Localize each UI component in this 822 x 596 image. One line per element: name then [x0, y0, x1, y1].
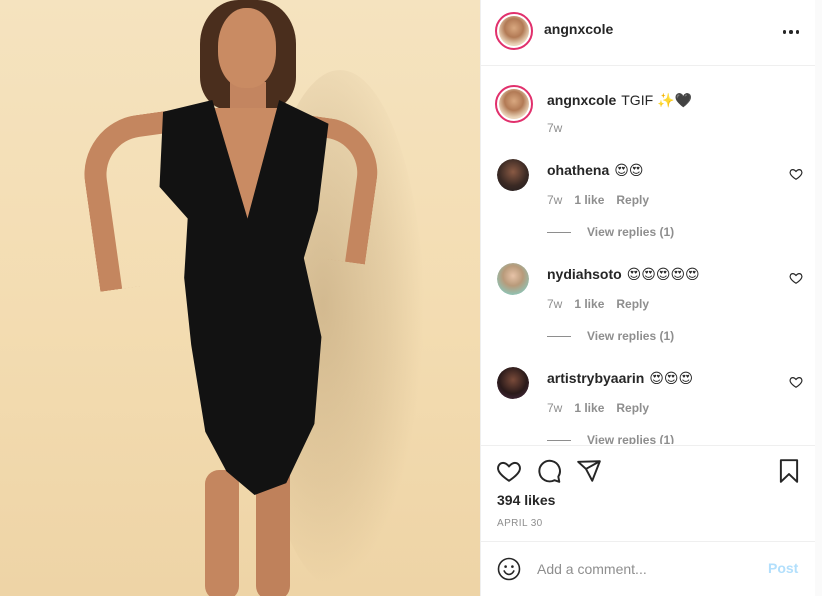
comment-username[interactable]: ohathena	[547, 162, 609, 178]
post-author-username[interactable]: angnxcole	[544, 21, 613, 37]
reply-button[interactable]: Reply	[616, 401, 649, 415]
photo-figure-face	[218, 8, 276, 88]
caption-age: 7w	[547, 121, 563, 135]
comment-item: nydiahsoto 😍😍😍😍😍 7w 1 like Reply View rep…	[481, 241, 816, 345]
post-side-panel: angnxcole angnxcole TGIF ✨🖤 7w ohathena 😍😍…	[480, 0, 816, 596]
comment-age: 7w	[547, 297, 563, 311]
view-replies-button[interactable]: View replies (1)	[547, 433, 674, 444]
view-replies-button[interactable]: View replies (1)	[547, 329, 674, 343]
avatar[interactable]	[497, 367, 529, 399]
comments-list[interactable]: angnxcole TGIF ✨🖤 7w ohathena 😍😍 7w 1 like…	[481, 67, 816, 444]
post-comment-button[interactable]: Post	[768, 560, 798, 576]
view-replies-label: View replies (1)	[587, 433, 675, 444]
post-caption: angnxcole TGIF ✨🖤 7w	[481, 67, 816, 147]
heart-icon[interactable]	[789, 375, 803, 389]
caption-emoji: ✨🖤	[657, 93, 692, 109]
post-actions-bar: 394 likes APRIL 30	[481, 445, 816, 541]
comment-like-count[interactable]: 1 like	[574, 401, 604, 415]
comment-text: 😍😍	[614, 163, 644, 179]
photo-figure-leg-left	[205, 470, 239, 596]
caption-username[interactable]: angnxcole	[547, 92, 616, 108]
avatar[interactable]	[497, 263, 529, 295]
comment-text: 😍😍😍	[649, 371, 694, 387]
comment-item: artistrybyaarin 😍😍😍 7w 1 like Reply View …	[481, 345, 816, 444]
avatar[interactable]	[497, 159, 529, 191]
like-count[interactable]: 394 likes	[497, 492, 555, 508]
caption-body: TGIF	[621, 92, 654, 108]
smile-icon[interactable]	[497, 557, 521, 581]
reply-button[interactable]: Reply	[616, 297, 649, 311]
comment-text: 😍😍😍😍😍	[626, 267, 700, 283]
comment-item: ohathena 😍😍 7w 1 like Reply View replies …	[481, 137, 816, 241]
heart-icon[interactable]	[789, 271, 803, 285]
bookmark-icon[interactable]	[776, 458, 802, 484]
comment-like-count[interactable]: 1 like	[574, 297, 604, 311]
avatar[interactable]	[495, 85, 533, 123]
share-icon[interactable]	[576, 458, 602, 484]
post-header: angnxcole	[481, 0, 816, 66]
comment-composer: Post	[481, 541, 816, 596]
post-photo[interactable]	[0, 0, 480, 596]
post-date: APRIL 30	[497, 518, 543, 529]
caption-text: angnxcole TGIF ✨🖤	[547, 91, 692, 110]
reply-button[interactable]: Reply	[616, 193, 649, 207]
view-replies-label: View replies (1)	[587, 329, 675, 343]
comment-input[interactable]	[537, 558, 757, 580]
heart-icon[interactable]	[496, 458, 522, 484]
heart-icon[interactable]	[789, 167, 803, 181]
comment-age: 7w	[547, 193, 563, 207]
comment-icon[interactable]	[536, 458, 562, 484]
comment-age: 7w	[547, 401, 563, 415]
avatar[interactable]	[495, 12, 533, 50]
view-replies-button[interactable]: View replies (1)	[547, 225, 674, 239]
comment-username[interactable]: nydiahsoto	[547, 266, 622, 282]
more-options-icon[interactable]	[781, 22, 801, 42]
view-replies-label: View replies (1)	[587, 225, 675, 239]
comment-like-count[interactable]: 1 like	[574, 193, 604, 207]
page-gutter	[815, 0, 822, 596]
comment-username[interactable]: artistrybyaarin	[547, 370, 644, 386]
